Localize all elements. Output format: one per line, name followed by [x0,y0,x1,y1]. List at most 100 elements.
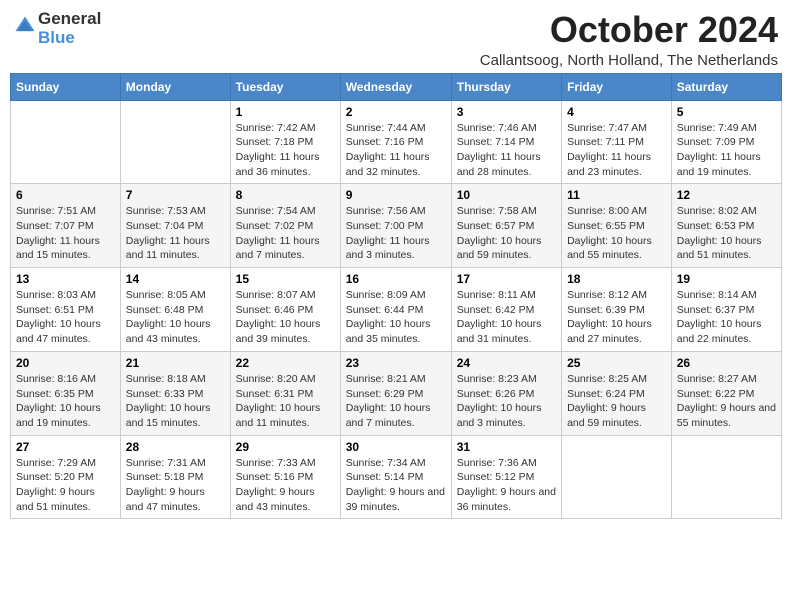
day-number: 28 [126,440,225,454]
calendar-cell [562,435,672,519]
calendar-week-1: 1 Sunrise: 7:42 AMSunset: 7:18 PMDaylight… [11,100,782,184]
weekday-header-tuesday: Tuesday [230,73,340,100]
day-number: 23 [346,356,446,370]
day-info: Sunrise: 8:25 AMSunset: 6:24 PMDaylight:… [567,372,666,431]
day-number: 8 [236,188,335,202]
calendar-cell: 3Sunrise: 7:46 AMSunset: 7:14 PMDaylight… [451,100,561,184]
calendar-cell: 15Sunrise: 8:07 AMSunset: 6:46 PMDayligh… [230,268,340,352]
page-header: General Blue October 2024 Callantsoog, N… [10,10,782,69]
calendar-cell: 29Sunrise: 7:33 AMSunset: 5:16 PMDayligh… [230,435,340,519]
day-info: Sunrise: 7:33 AMSunset: 5:16 PMDaylight:… [236,456,335,515]
day-info: Sunrise: 8:27 AMSunset: 6:22 PMDaylight:… [677,372,776,431]
logo: General Blue [14,10,101,47]
day-number: 18 [567,272,666,286]
day-info: Sunrise: 7:34 AMSunset: 5:14 PMDaylight:… [346,456,446,515]
calendar-week-4: 20Sunrise: 8:16 AMSunset: 6:35 PMDayligh… [11,351,782,435]
day-info: Sunrise: 7:46 AMSunset: 7:14 PMDaylight:… [457,121,556,180]
day-info: Sunrise: 7:44 AMSunset: 7:16 PMDaylight:… [346,121,446,180]
calendar-cell: 5 Sunrise: 7:49 AMSunset: 7:09 PMDaylight… [671,100,781,184]
day-number: 14 [126,272,225,286]
day-number: 5 [677,105,776,119]
day-number: 17 [457,272,556,286]
day-info: Sunrise: 8:16 AMSunset: 6:35 PMDaylight:… [16,372,115,431]
calendar-cell: 11Sunrise: 8:00 AMSunset: 6:55 PMDayligh… [562,184,672,268]
day-number: 13 [16,272,115,286]
day-info: Sunrise: 7:49 AMSunset: 7:09 PMDaylight:… [677,121,776,180]
logo-icon [14,15,36,37]
day-number: 9 [346,188,446,202]
day-info: Sunrise: 7:31 AMSunset: 5:18 PMDaylight:… [126,456,225,515]
day-info: Sunrise: 7:56 AMSunset: 7:00 PMDaylight:… [346,204,446,263]
calendar-cell: 24 Sunrise: 8:23 AMSunset: 6:26 PMDayligh… [451,351,561,435]
day-number: 12 [677,188,776,202]
weekday-header-thursday: Thursday [451,73,561,100]
day-info: Sunrise: 7:29 AMSunset: 5:20 PMDaylight:… [16,456,115,515]
calendar-cell [120,100,230,184]
calendar-week-3: 13 Sunrise: 8:03 AMSunset: 6:51 PMDayligh… [11,268,782,352]
day-number: 7 [126,188,225,202]
calendar-cell: 2Sunrise: 7:44 AMSunset: 7:16 PMDaylight… [340,100,451,184]
calendar-cell: 13 Sunrise: 8:03 AMSunset: 6:51 PMDayligh… [11,268,121,352]
calendar-cell: 21 Sunrise: 8:18 AMSunset: 6:33 PMDayligh… [120,351,230,435]
day-number: 19 [677,272,776,286]
day-number: 21 [126,356,225,370]
calendar-week-2: 6 Sunrise: 7:51 AMSunset: 7:07 PMDaylight… [11,184,782,268]
calendar-cell: 27 Sunrise: 7:29 AMSunset: 5:20 PMDayligh… [11,435,121,519]
day-info: Sunrise: 8:00 AMSunset: 6:55 PMDaylight:… [567,204,666,263]
day-number: 24 [457,356,556,370]
day-info: Sunrise: 8:03 AMSunset: 6:51 PMDaylight:… [16,288,115,347]
day-info: Sunrise: 7:53 AMSunset: 7:04 PMDaylight:… [126,204,225,263]
calendar-cell: 16Sunrise: 8:09 AMSunset: 6:44 PMDayligh… [340,268,451,352]
weekday-header-monday: Monday [120,73,230,100]
day-info: Sunrise: 8:18 AMSunset: 6:33 PMDaylight:… [126,372,225,431]
day-info: Sunrise: 7:47 AMSunset: 7:11 PMDaylight:… [567,121,666,180]
calendar-cell: 26 Sunrise: 8:27 AMSunset: 6:22 PMDayligh… [671,351,781,435]
calendar-cell: 6 Sunrise: 7:51 AMSunset: 7:07 PMDaylight… [11,184,121,268]
day-number: 30 [346,440,446,454]
day-info: Sunrise: 7:58 AMSunset: 6:57 PMDaylight:… [457,204,556,263]
day-number: 6 [16,188,115,202]
day-info: Sunrise: 8:23 AMSunset: 6:26 PMDaylight:… [457,372,556,431]
day-number: 10 [457,188,556,202]
calendar-cell: 30 Sunrise: 7:34 AMSunset: 5:14 PMDayligh… [340,435,451,519]
calendar-cell: 22Sunrise: 8:20 AMSunset: 6:31 PMDayligh… [230,351,340,435]
weekday-header-sunday: Sunday [11,73,121,100]
day-number: 4 [567,105,666,119]
calendar-table: SundayMondayTuesdayWednesdayThursdayFrid… [10,73,782,520]
calendar-cell: 10 Sunrise: 7:58 AMSunset: 6:57 PMDayligh… [451,184,561,268]
calendar-cell: 23 Sunrise: 8:21 AMSunset: 6:29 PMDayligh… [340,351,451,435]
weekday-header-wednesday: Wednesday [340,73,451,100]
calendar-cell: 14Sunrise: 8:05 AMSunset: 6:48 PMDayligh… [120,268,230,352]
day-info: Sunrise: 8:02 AMSunset: 6:53 PMDaylight:… [677,204,776,263]
calendar-week-5: 27 Sunrise: 7:29 AMSunset: 5:20 PMDayligh… [11,435,782,519]
day-info: Sunrise: 7:42 AMSunset: 7:18 PMDaylight:… [236,121,335,180]
calendar-cell: 4 Sunrise: 7:47 AMSunset: 7:11 PMDaylight… [562,100,672,184]
weekday-header-friday: Friday [562,73,672,100]
day-info: Sunrise: 7:36 AMSunset: 5:12 PMDaylight:… [457,456,556,515]
day-info: Sunrise: 8:21 AMSunset: 6:29 PMDaylight:… [346,372,446,431]
calendar-cell: 9 Sunrise: 7:56 AMSunset: 7:00 PMDaylight… [340,184,451,268]
day-number: 26 [677,356,776,370]
location-title: Callantsoog, North Holland, The Netherla… [480,52,778,69]
day-number: 27 [16,440,115,454]
calendar-cell: 12 Sunrise: 8:02 AMSunset: 6:53 PMDayligh… [671,184,781,268]
day-info: Sunrise: 7:54 AMSunset: 7:02 PMDaylight:… [236,204,335,263]
title-block: October 2024 Callantsoog, North Holland,… [480,10,778,69]
calendar-cell [11,100,121,184]
calendar-cell: 31Sunrise: 7:36 AMSunset: 5:12 PMDayligh… [451,435,561,519]
day-info: Sunrise: 8:09 AMSunset: 6:44 PMDaylight:… [346,288,446,347]
calendar-cell: 8 Sunrise: 7:54 AMSunset: 7:02 PMDaylight… [230,184,340,268]
calendar-cell: 25 Sunrise: 8:25 AMSunset: 6:24 PMDayligh… [562,351,672,435]
calendar-cell: 28 Sunrise: 7:31 AMSunset: 5:18 PMDayligh… [120,435,230,519]
logo-general: General [38,10,101,29]
calendar-cell [671,435,781,519]
day-number: 1 [236,105,335,119]
calendar-cell: 19Sunrise: 8:14 AMSunset: 6:37 PMDayligh… [671,268,781,352]
calendar-cell: 1 Sunrise: 7:42 AMSunset: 7:18 PMDaylight… [230,100,340,184]
day-number: 25 [567,356,666,370]
day-info: Sunrise: 7:51 AMSunset: 7:07 PMDaylight:… [16,204,115,263]
calendar-cell: 17Sunrise: 8:11 AMSunset: 6:42 PMDayligh… [451,268,561,352]
day-info: Sunrise: 8:20 AMSunset: 6:31 PMDaylight:… [236,372,335,431]
calendar-cell: 20Sunrise: 8:16 AMSunset: 6:35 PMDayligh… [11,351,121,435]
calendar-cell: 7 Sunrise: 7:53 AMSunset: 7:04 PMDaylight… [120,184,230,268]
